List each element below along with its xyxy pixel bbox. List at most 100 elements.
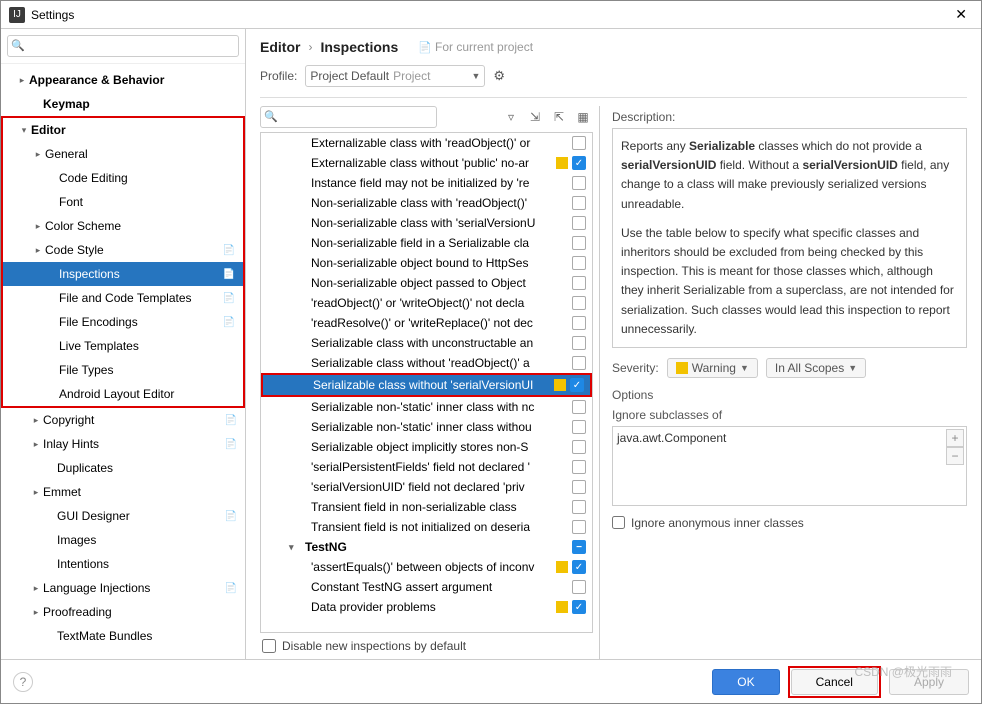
- inspection-item[interactable]: Non-serializable object bound to HttpSes: [261, 253, 592, 273]
- tree-item[interactable]: File Types: [3, 358, 243, 382]
- tree-item[interactable]: ▸Inlay Hints📄: [1, 432, 245, 456]
- remove-icon[interactable]: −: [946, 447, 964, 465]
- tree-item[interactable]: Font: [3, 190, 243, 214]
- inspections-list[interactable]: Externalizable class with 'readObject()'…: [260, 132, 593, 633]
- inspection-item[interactable]: Serializable class without 'readObject()…: [261, 353, 592, 373]
- inspection-item[interactable]: Constant TestNG assert argument: [261, 577, 592, 597]
- tree-item[interactable]: File Encodings📄: [3, 310, 243, 334]
- tree-item[interactable]: ▸Language Injections📄: [1, 576, 245, 600]
- add-icon[interactable]: +: [946, 429, 964, 447]
- inspection-checkbox[interactable]: [572, 316, 586, 330]
- inspection-item[interactable]: Non-serializable class with 'serialVersi…: [261, 213, 592, 233]
- severity-select[interactable]: Warning ▼: [667, 358, 758, 378]
- inspection-item[interactable]: Serializable non-'static' inner class wi…: [261, 417, 592, 437]
- inspection-item[interactable]: 'readObject()' or 'writeObject()' not de…: [261, 293, 592, 313]
- inspection-checkbox[interactable]: [572, 136, 586, 150]
- inspection-checkbox[interactable]: ✓: [572, 156, 586, 170]
- ignore-subclasses-list[interactable]: java.awt.Component + −: [612, 426, 967, 506]
- severity-badge: [556, 561, 568, 573]
- profile-select[interactable]: Project Default Project ▼: [305, 65, 485, 87]
- help-icon[interactable]: ?: [13, 672, 33, 692]
- inspection-checkbox[interactable]: [572, 400, 586, 414]
- inspection-checkbox[interactable]: [572, 460, 586, 474]
- columns-icon[interactable]: ▦: [573, 107, 593, 127]
- list-item[interactable]: java.awt.Component: [617, 431, 726, 445]
- inspection-checkbox[interactable]: [572, 276, 586, 290]
- inspection-item[interactable]: Transient field in non-serializable clas…: [261, 497, 592, 517]
- tree-item[interactable]: ▾Editor: [3, 118, 243, 142]
- tree-item[interactable]: ▸Appearance & Behavior: [1, 68, 245, 92]
- inspection-item[interactable]: Non-serializable object passed to Object: [261, 273, 592, 293]
- inspection-checkbox[interactable]: [572, 420, 586, 434]
- inspection-item[interactable]: Data provider problems✓: [261, 597, 592, 617]
- inspection-checkbox[interactable]: ✓: [572, 560, 586, 574]
- inspection-item[interactable]: Externalizable class without 'public' no…: [261, 153, 592, 173]
- inspections-search-input[interactable]: [260, 106, 437, 128]
- tree-item[interactable]: Images: [1, 528, 245, 552]
- inspection-checkbox[interactable]: [572, 176, 586, 190]
- tree-item[interactable]: ▸Color Scheme: [3, 214, 243, 238]
- tree-item[interactable]: ▸Emmet: [1, 480, 245, 504]
- tree-item[interactable]: ▸Code Style📄: [3, 238, 243, 262]
- inspection-checkbox[interactable]: [572, 236, 586, 250]
- inspection-checkbox[interactable]: [572, 296, 586, 310]
- inspection-item[interactable]: Non-serializable class with 'readObject(…: [261, 193, 592, 213]
- tree-item[interactable]: TextMate Bundles: [1, 624, 245, 648]
- inspection-checkbox[interactable]: ✓: [572, 600, 586, 614]
- filter-icon[interactable]: ▿: [501, 107, 521, 127]
- inspection-checkbox[interactable]: [572, 440, 586, 454]
- tree-item[interactable]: Code Editing: [3, 166, 243, 190]
- breadcrumb-editor[interactable]: Editor: [260, 39, 300, 55]
- tree-item[interactable]: Duplicates: [1, 456, 245, 480]
- severity-badge: [556, 357, 568, 369]
- sidebar-search-input[interactable]: [7, 35, 239, 57]
- tree-item[interactable]: GUI Designer📄: [1, 504, 245, 528]
- inspection-checkbox[interactable]: [572, 356, 586, 370]
- disable-checkbox[interactable]: [262, 639, 276, 653]
- close-icon[interactable]: ✕: [949, 6, 973, 23]
- inspection-item[interactable]: Serializable object implicitly stores no…: [261, 437, 592, 457]
- inspection-item[interactable]: 'serialVersionUID' field not declared 'p…: [261, 477, 592, 497]
- tree-item[interactable]: Android Layout Editor: [3, 382, 243, 406]
- inspection-item[interactable]: Serializable class with unconstructable …: [261, 333, 592, 353]
- inspection-checkbox[interactable]: [572, 196, 586, 210]
- cancel-button[interactable]: Cancel: [791, 669, 878, 695]
- settings-tree[interactable]: ▸Appearance & BehaviorKeymap▾Editor▸Gene…: [1, 64, 245, 659]
- inspection-item[interactable]: Serializable class without 'serialVersio…: [263, 375, 590, 395]
- disable-new-inspections[interactable]: Disable new inspections by default: [260, 633, 593, 659]
- tree-item[interactable]: Inspections📄: [3, 262, 243, 286]
- inspection-item[interactable]: 'serialPersistentFields' field not decla…: [261, 457, 592, 477]
- tree-item[interactable]: Live Templates: [3, 334, 243, 358]
- inspection-item[interactable]: Externalizable class with 'readObject()'…: [261, 133, 592, 153]
- inspection-checkbox[interactable]: [572, 256, 586, 270]
- inspection-item[interactable]: 'assertEquals()' between objects of inco…: [261, 557, 592, 577]
- tree-item[interactable]: Intentions: [1, 552, 245, 576]
- inspection-item[interactable]: Non-serializable field in a Serializable…: [261, 233, 592, 253]
- inspection-checkbox[interactable]: [572, 580, 586, 594]
- tree-item[interactable]: ▸Proofreading: [1, 600, 245, 624]
- inspection-group[interactable]: ▾TestNG−: [261, 537, 592, 557]
- collapse-icon[interactable]: ⇱: [549, 107, 569, 127]
- inspection-checkbox[interactable]: ✓: [570, 378, 584, 392]
- inspection-checkbox[interactable]: [572, 336, 586, 350]
- inspection-checkbox[interactable]: [572, 216, 586, 230]
- project-hint: 📄 For current project: [418, 40, 533, 54]
- inspection-checkbox[interactable]: [572, 480, 586, 494]
- inspection-item[interactable]: Instance field may not be initialized by…: [261, 173, 592, 193]
- tree-item[interactable]: File and Code Templates📄: [3, 286, 243, 310]
- gear-icon[interactable]: ⚙: [493, 68, 505, 84]
- inspection-item[interactable]: 'readResolve()' or 'writeReplace()' not …: [261, 313, 592, 333]
- ok-button[interactable]: OK: [712, 669, 779, 695]
- tree-item[interactable]: ▸Copyright📄: [1, 408, 245, 432]
- tree-item[interactable]: Keymap: [1, 92, 245, 116]
- inspection-checkbox[interactable]: −: [572, 540, 586, 554]
- inspection-checkbox[interactable]: [572, 520, 586, 534]
- tree-item[interactable]: ▸General: [3, 142, 243, 166]
- inspection-item[interactable]: Transient field is not initialized on de…: [261, 517, 592, 537]
- expand-icon[interactable]: ⇲: [525, 107, 545, 127]
- scope-select[interactable]: In All Scopes ▼: [766, 358, 866, 378]
- inspection-item[interactable]: Serializable non-'static' inner class wi…: [261, 397, 592, 417]
- apply-button[interactable]: Apply: [889, 669, 969, 695]
- inspection-checkbox[interactable]: [572, 500, 586, 514]
- ignore-anon-checkbox[interactable]: Ignore anonymous inner classes: [612, 516, 967, 530]
